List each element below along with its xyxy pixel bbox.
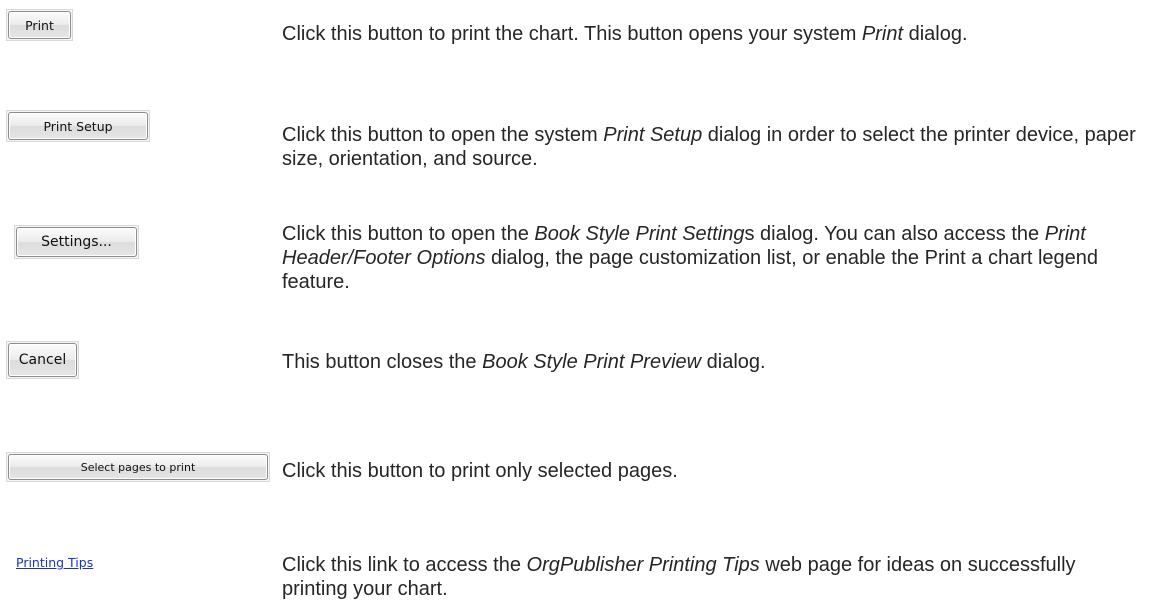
cancel-desc-text-1: This button closes the [282, 351, 483, 373]
select-pages-description: Click this button to print only selected… [282, 459, 1142, 483]
cancel-button[interactable]: Cancel [8, 343, 77, 377]
print-setup-button[interactable]: Print Setup [8, 112, 148, 140]
print-setup-desc-emphasis-1: Print Setup [603, 124, 703, 146]
print-button[interactable]: Print [8, 11, 71, 39]
settings-description: Click this button to open the Book Style… [282, 222, 1142, 294]
print-description: Click this button to print the chart. Th… [282, 22, 1142, 46]
printing-tips-description: Click this link to access the OrgPublish… [282, 553, 1142, 601]
settings-desc-emphasis-1: Book Style Print Setting [534, 223, 745, 245]
printing-tips-desc-emphasis-1: OrgPublisher Printing Tips [526, 554, 760, 576]
cancel-description: This button closes the Book Style Print … [282, 350, 1142, 374]
select-pages-desc-text-1: Click this button to print only selected… [282, 460, 678, 482]
print-desc-text-1: Click this button to print the chart. Th… [282, 23, 862, 45]
print-setup-desc-text-1: Click this button to open the system [282, 124, 604, 146]
printing-tips-link[interactable]: Printing Tips [16, 555, 93, 570]
settings-desc-text-1: Click this button to open the [282, 223, 535, 245]
settings-desc-text-2: s dialog. You can also access the [744, 223, 1045, 245]
print-desc-text-2: dialog. [903, 23, 968, 45]
print-setup-description: Click this button to open the system Pri… [282, 123, 1142, 171]
settings-button[interactable]: Settings... [16, 227, 137, 257]
print-desc-emphasis-1: Print [861, 23, 904, 45]
select-pages-button[interactable]: Select pages to print [8, 454, 268, 480]
cancel-desc-text-2: dialog. [701, 351, 766, 373]
printing-tips-desc-text-1: Click this link to access the [282, 554, 527, 576]
cancel-desc-emphasis-1: Book Style Print Preview [482, 351, 702, 373]
